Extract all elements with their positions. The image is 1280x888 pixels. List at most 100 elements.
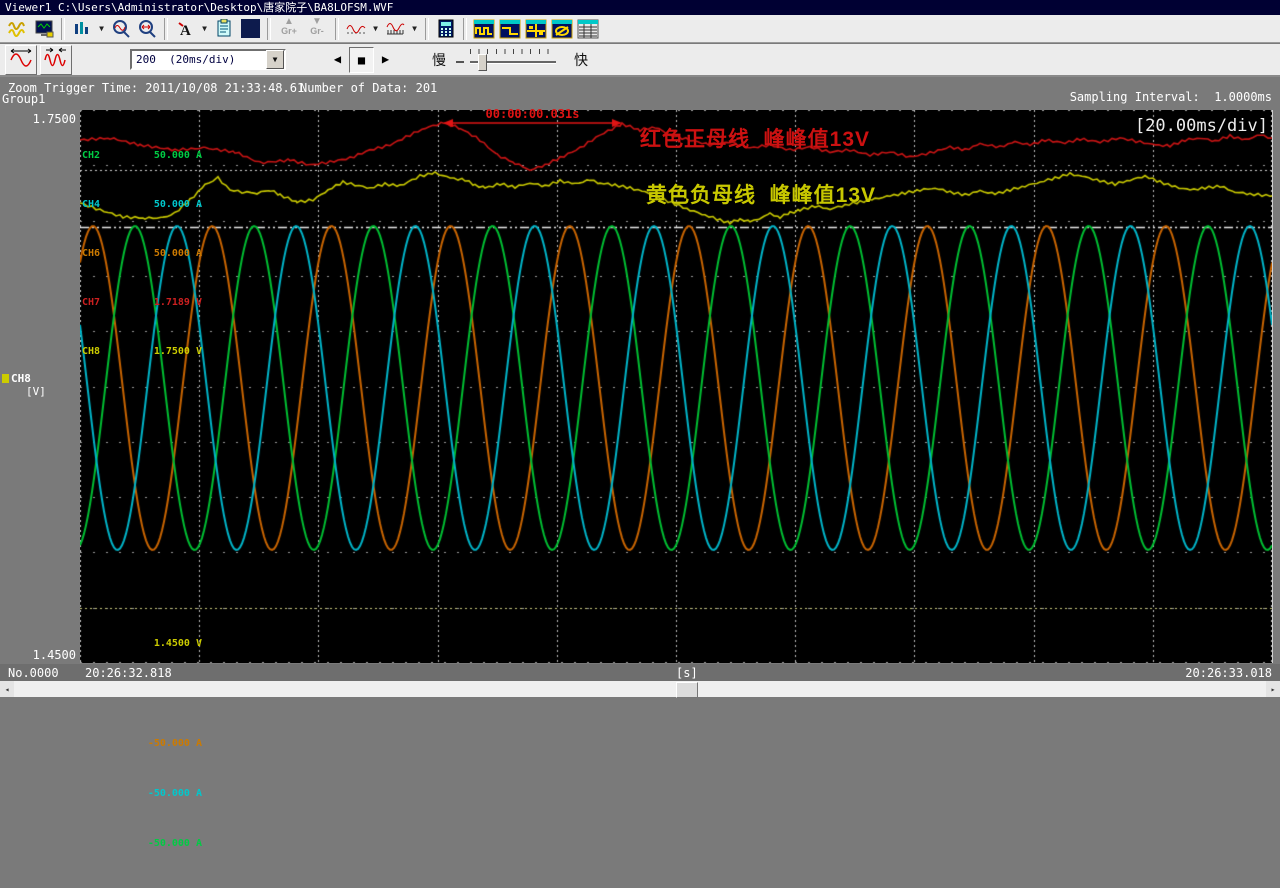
selected-channel-unit: [V]: [26, 385, 46, 398]
step-back-icon: ◀: [334, 52, 341, 66]
view-quad-icon: [525, 19, 547, 39]
time-start-label: 20:26:32.818: [85, 666, 172, 680]
scale-axis-button[interactable]: [382, 17, 408, 41]
chevron-down-icon: ▼: [99, 24, 104, 33]
speed-slider[interactable]: [456, 49, 564, 71]
combo-dropdown-button[interactable]: ▼: [266, 50, 284, 69]
slow-label: 慢: [432, 50, 446, 70]
x-unit-label: [s]: [676, 666, 698, 680]
speed-control: 慢 快: [432, 49, 588, 71]
selected-channel-label: CH8: [11, 372, 31, 385]
interval-measurement-label: 00:00:00.031s: [410, 107, 655, 121]
toolbar-separator: [425, 18, 429, 40]
scroll-left-button[interactable]: ◂: [0, 681, 14, 697]
expand-horizontal-icon: [9, 46, 33, 74]
fast-label: 快: [574, 50, 588, 70]
bottom-scale-row: 1.4500 V: [82, 638, 202, 650]
chevron-down-icon: ▼: [202, 24, 207, 33]
arrow-right-icon: ▸: [1271, 685, 1276, 694]
chevron-down-icon: ▼: [373, 24, 378, 33]
view-waveform-button[interactable]: [471, 17, 497, 41]
channel-color-swatch: [2, 374, 9, 383]
expand-horizontal-button[interactable]: [5, 45, 37, 75]
yellow-bus-annotation: 黄色负母线 峰峰值13V: [646, 179, 876, 209]
display-monitor-icon: [34, 20, 54, 38]
scale-axis-dropdown[interactable]: ▼: [408, 17, 421, 41]
display-settings-button[interactable]: [31, 17, 57, 41]
slider-min-mark: [456, 61, 464, 63]
waveform-pair-icon: [8, 20, 28, 38]
view-split-icon: [499, 19, 521, 39]
stop-button[interactable]: ■: [349, 47, 374, 73]
main-toolbar: ▼ A ▼ ▲Gr+ ▼Gr- ▼ ▼: [0, 15, 1280, 43]
annotate-text-button[interactable]: A: [172, 17, 198, 41]
toolbar-separator: [61, 18, 65, 40]
toolbar-separator: [164, 18, 168, 40]
view-list-button[interactable]: [575, 17, 601, 41]
step-forward-icon: ▶: [382, 52, 389, 66]
toolbar-separator: [335, 18, 339, 40]
scrollbar-thumb[interactable]: [676, 682, 698, 698]
axis-top-label: 1.7500: [20, 112, 76, 126]
playback-controls: ◀ ■ ▶: [326, 47, 397, 73]
calculator-button[interactable]: [433, 17, 459, 41]
step-back-button[interactable]: ◀: [326, 47, 349, 71]
channel-bottom-scale-list: 1.4500 V 1.4189 V -50.000 A -50.000 A -5…: [82, 600, 202, 888]
compress-horizontal-icon: [44, 46, 68, 74]
zoom-waveform-button[interactable]: [108, 17, 134, 41]
color-swatch-button[interactable]: [237, 17, 263, 41]
waveform-plot[interactable]: CH250.000 A CH450.000 A CH650.000 A CH71…: [80, 110, 1273, 663]
time-end-label: 20:26:33.018: [1185, 666, 1272, 680]
compress-horizontal-button[interactable]: [40, 45, 72, 75]
bar-graph-dropdown[interactable]: ▼: [95, 17, 108, 41]
selected-channel-indicator[interactable]: CH8: [2, 372, 31, 385]
cursor-line-button[interactable]: [343, 17, 369, 41]
annotate-dropdown[interactable]: ▼: [198, 17, 211, 41]
channel-row: CH250.000 A: [82, 150, 202, 161]
window-title: Viewer1 C:\Users\Administrator\Desktop\唐…: [5, 1, 393, 14]
cursor-line-dropdown[interactable]: ▼: [369, 17, 382, 41]
bottom-scale-row: -50.000 A: [82, 738, 202, 750]
channel-row: CH450.000 A: [82, 199, 202, 210]
scale-axis-icon: [385, 20, 405, 38]
channel-scale-list: CH250.000 A CH450.000 A CH650.000 A CH71…: [82, 112, 202, 395]
channel-row: CH81.7500 V: [82, 346, 202, 357]
step-forward-button[interactable]: ▶: [374, 47, 397, 71]
view-split-button[interactable]: [497, 17, 523, 41]
trigger-time-label: Zoom Trigger Time: 2011/10/08 21:33:48.6…: [8, 81, 304, 95]
view-xy-icon: [551, 19, 573, 39]
waveform-pair-button[interactable]: [5, 17, 31, 41]
chevron-down-icon: ▼: [273, 55, 278, 64]
stop-icon: ■: [358, 53, 365, 67]
group-up-button[interactable]: ▲Gr+: [275, 17, 303, 41]
zoom-range-value: 200 (20ms/div): [132, 53, 266, 66]
time-per-div-label: [20.00ms/div]: [1135, 116, 1268, 136]
bottom-scale-row: -50.000 A: [82, 838, 202, 850]
view-quad-button[interactable]: [523, 17, 549, 41]
zoom-toolbar: 200 (20ms/div) ▼ ◀ ■ ▶ 慢 快: [0, 44, 1280, 77]
zoom-range-select[interactable]: 200 (20ms/div) ▼: [130, 49, 286, 70]
zoom-range-button[interactable]: [134, 17, 160, 41]
copy-clipboard-button[interactable]: [211, 17, 237, 41]
calculator-icon: [437, 19, 455, 38]
scroll-right-button[interactable]: ▸: [1266, 681, 1280, 697]
group-down-button[interactable]: ▼Gr-: [303, 17, 331, 41]
red-bus-annotation: 红色正母线 峰峰值13V: [640, 123, 870, 153]
arrow-up-icon: ▲: [275, 17, 303, 26]
group-label: Group1: [2, 92, 45, 106]
viewer-window: { "window": { "title": "Viewer1 C:\\User…: [0, 0, 1280, 700]
slider-thumb[interactable]: [478, 54, 487, 71]
color-swatch: [241, 19, 260, 38]
view-waveform-icon: [473, 19, 495, 39]
data-count-label: Number of Data: 201: [300, 81, 437, 95]
title-bar[interactable]: Viewer1 C:\Users\Administrator\Desktop\唐…: [0, 0, 1280, 15]
annotate-text-icon: A: [176, 20, 194, 38]
toolbar-separator: [463, 18, 467, 40]
chevron-down-icon: ▼: [412, 24, 417, 33]
arrow-down-icon: ▼: [303, 17, 331, 26]
view-xy-button[interactable]: [549, 17, 575, 41]
sample-number-label: No.0000: [8, 666, 59, 680]
toolbar-separator: [267, 18, 271, 40]
bar-graph-button[interactable]: [69, 17, 95, 41]
horizontal-scrollbar[interactable]: ◂ ▸: [0, 681, 1280, 697]
